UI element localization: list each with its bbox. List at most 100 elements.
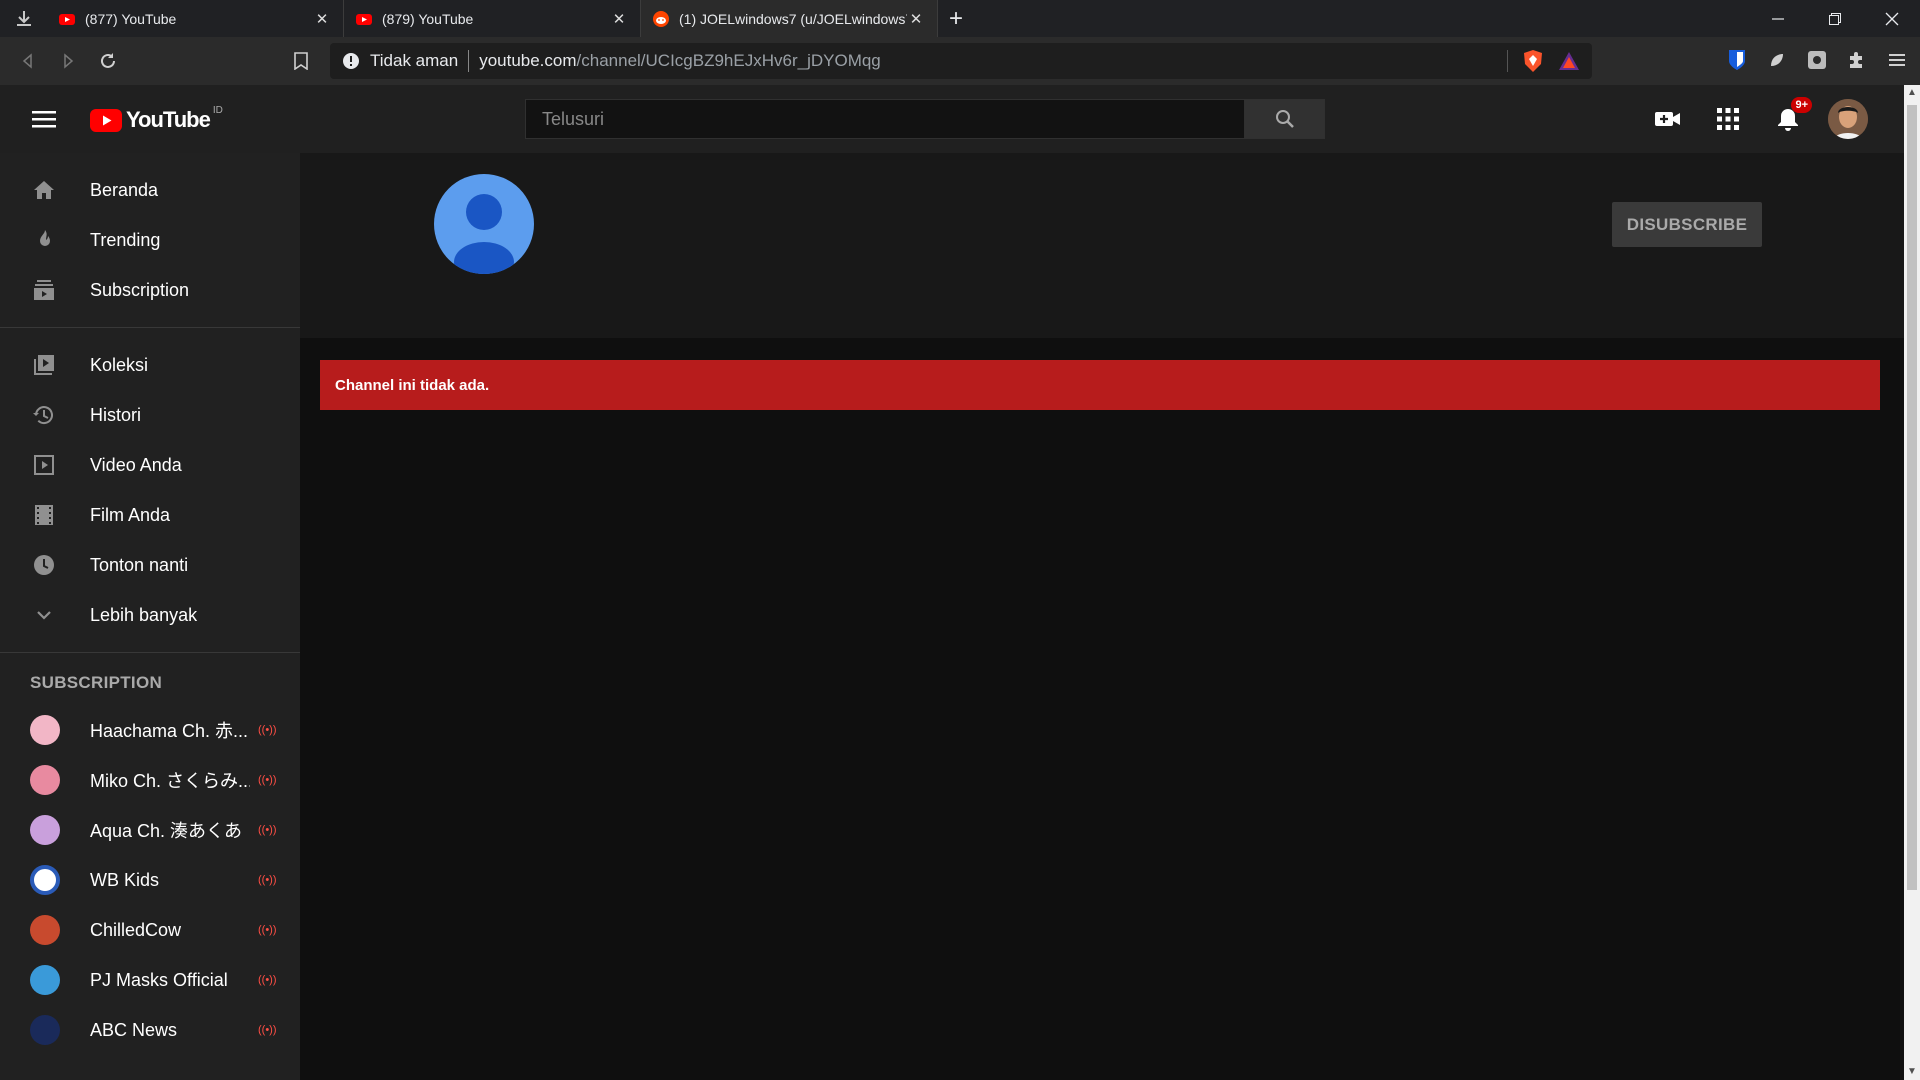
- sidebar-item-film-anda[interactable]: Film Anda: [0, 490, 300, 540]
- channel-name: WB Kids: [90, 869, 160, 890]
- browser-tab[interactable]: (877) YouTube ✕: [47, 0, 344, 37]
- sidebar-item-label: Koleksi: [90, 354, 149, 375]
- scrollbar-thumb[interactable]: [1907, 105, 1917, 890]
- history-icon: [30, 401, 58, 429]
- address-bar-extensions: [1507, 49, 1580, 73]
- browser-menu-icon[interactable]: [1882, 45, 1912, 75]
- subscription-item[interactable]: Haachama Ch. 赤... ((•)): [0, 705, 300, 755]
- browser-tab[interactable]: (879) YouTube ✕: [344, 0, 641, 37]
- subscription-item[interactable]: Aqua Ch. 湊あくあ ((•)): [0, 805, 300, 855]
- search-icon: [1275, 110, 1294, 128]
- channel-name: ChilledCow: [90, 919, 182, 940]
- channel-name: Haachama Ch. 赤...: [90, 721, 249, 741]
- close-tab-icon[interactable]: ✕: [313, 10, 331, 28]
- live-indicator-icon: ((•)): [258, 874, 277, 886]
- extensions-puzzle-icon[interactable]: [1842, 45, 1872, 75]
- account-avatar[interactable]: [1828, 99, 1868, 139]
- live-indicator-icon: ((•)): [258, 724, 277, 736]
- close-tab-icon[interactable]: ✕: [907, 10, 925, 28]
- sidebar-item-label: Beranda: [90, 179, 159, 200]
- minimize-icon[interactable]: [1749, 0, 1806, 37]
- sidebar-item-video-anda[interactable]: Video Anda: [0, 440, 300, 490]
- sidebar-item-trending[interactable]: Trending: [0, 215, 300, 265]
- back-icon[interactable]: [8, 41, 48, 81]
- downloads-icon[interactable]: [0, 0, 47, 37]
- watch-later-icon: [30, 551, 58, 579]
- notification-badge: 9+: [1791, 97, 1812, 113]
- search-button[interactable]: [1245, 99, 1325, 139]
- channel-avatar: [30, 715, 60, 745]
- brave-rewards-icon[interactable]: [1558, 51, 1580, 71]
- restore-icon[interactable]: [1806, 0, 1863, 37]
- youtube-logo-icon: [90, 108, 122, 132]
- sidebar-item-subscription[interactable]: Subscription: [0, 265, 300, 315]
- subscriptions-icon: [30, 276, 58, 304]
- sidebar-item-koleksi[interactable]: Koleksi: [0, 340, 300, 390]
- fire-icon: [30, 226, 58, 254]
- chevron-down-icon: [30, 601, 58, 629]
- live-indicator-icon: ((•)): [258, 774, 277, 786]
- search-input[interactable]: [525, 99, 1245, 139]
- sidebar-item-histori[interactable]: Histori: [0, 390, 300, 440]
- tab-title: (877) YouTube: [85, 10, 177, 27]
- channel-name: Miko Ch. さくらみ...: [90, 771, 250, 791]
- scroll-up-arrow-icon[interactable]: ▲: [1904, 85, 1920, 101]
- bookmark-icon[interactable]: [281, 41, 321, 81]
- subscription-item[interactable]: PJ Masks Official ((•)): [0, 955, 300, 1005]
- channel-name: Aqua Ch. 湊あくあ: [90, 821, 243, 841]
- notifications-bell-icon[interactable]: 9+: [1768, 97, 1812, 139]
- address-bar[interactable]: Tidak aman youtube.com/channel/UCIcgBZ9h…: [330, 43, 1592, 79]
- live-indicator-icon: ((•)): [258, 924, 277, 936]
- sidebar-subscriptions-section: SUBSCRIPTION Haachama Ch. 赤... ((•)) Mik…: [0, 653, 300, 1055]
- tab-title: (1) JOELwindows7 (u/JOELwindows7): [679, 10, 907, 27]
- subscription-item[interactable]: WB Kids ((•)): [0, 855, 300, 905]
- apps-grid-icon[interactable]: [1708, 99, 1748, 139]
- sidebar-library-section: Koleksi Histori Video Anda Film Anda Ton…: [0, 328, 300, 653]
- guide-sidebar: Beranda Trending Subscription Koleksi Hi…: [0, 153, 300, 1080]
- subscription-item[interactable]: ABC News ((•)): [0, 1005, 300, 1055]
- create-video-icon[interactable]: [1648, 99, 1688, 139]
- new-tab-button[interactable]: +: [938, 0, 974, 37]
- default-channel-avatar: [434, 174, 534, 274]
- unsubscribe-button[interactable]: DISUBSCRIBE: [1612, 202, 1762, 247]
- sidebar-item-beranda[interactable]: Beranda: [0, 165, 300, 215]
- bitwarden-icon[interactable]: [1722, 45, 1752, 75]
- browser-toolbar: Tidak aman youtube.com/channel/UCIcgBZ9h…: [0, 37, 1920, 85]
- sidebar-primary-section: Beranda Trending Subscription: [0, 153, 300, 328]
- sidebar-item-label: Film Anda: [90, 504, 171, 525]
- brave-shields-icon[interactable]: [1522, 49, 1544, 73]
- extension-box-icon[interactable]: [1802, 45, 1832, 75]
- sidebar-item-label: Histori: [90, 404, 142, 425]
- browser-tab-active[interactable]: (1) JOELwindows7 (u/JOELwindows7) ✕: [641, 0, 938, 37]
- sidebar-item-tonton-nanti[interactable]: Tonton nanti: [0, 540, 300, 590]
- masthead-actions: 9+: [1648, 97, 1868, 139]
- your-videos-icon: [30, 451, 58, 479]
- sidebar-item-label: Subscription: [90, 279, 190, 300]
- sidebar-item-label: Tonton nanti: [90, 554, 189, 575]
- subscription-item[interactable]: ChilledCow ((•)): [0, 905, 300, 955]
- close-window-icon[interactable]: [1863, 0, 1920, 37]
- sidebar-item-lebih-banyak[interactable]: Lebih banyak: [0, 590, 300, 640]
- subscription-item[interactable]: Miko Ch. さくらみ... ((•)): [0, 755, 300, 805]
- scroll-down-arrow-icon[interactable]: ▼: [1904, 1064, 1920, 1080]
- security-label: Tidak aman: [370, 51, 459, 70]
- browser-tabbar: (877) YouTube ✕ (879) YouTube ✕ (1) JOEL…: [0, 0, 1920, 37]
- reddit-icon: [653, 10, 669, 27]
- channel-avatar: [30, 965, 60, 995]
- youtube-logo[interactable]: YouTube ID: [90, 105, 223, 133]
- close-tab-icon[interactable]: ✕: [610, 10, 628, 28]
- search-box: [525, 99, 1325, 139]
- reload-icon[interactable]: [88, 41, 128, 81]
- main-content: DISUBSCRIBE Channel ini tidak ada.: [300, 153, 1904, 1080]
- page-scrollbar[interactable]: ▲ ▼: [1904, 85, 1920, 1080]
- channel-avatar: [30, 765, 60, 795]
- logo-text: YouTube: [126, 107, 211, 132]
- default-avatar-icon: [454, 194, 514, 274]
- window-controls: [1749, 0, 1920, 37]
- forward-icon[interactable]: [48, 41, 88, 81]
- user-avatar-image: [1828, 99, 1868, 139]
- guide-menu-icon[interactable]: [32, 107, 56, 131]
- youtube-masthead: YouTube ID 9+: [0, 85, 1904, 153]
- not-secure-icon[interactable]: [342, 52, 360, 70]
- extension-leaf-icon[interactable]: [1762, 45, 1792, 75]
